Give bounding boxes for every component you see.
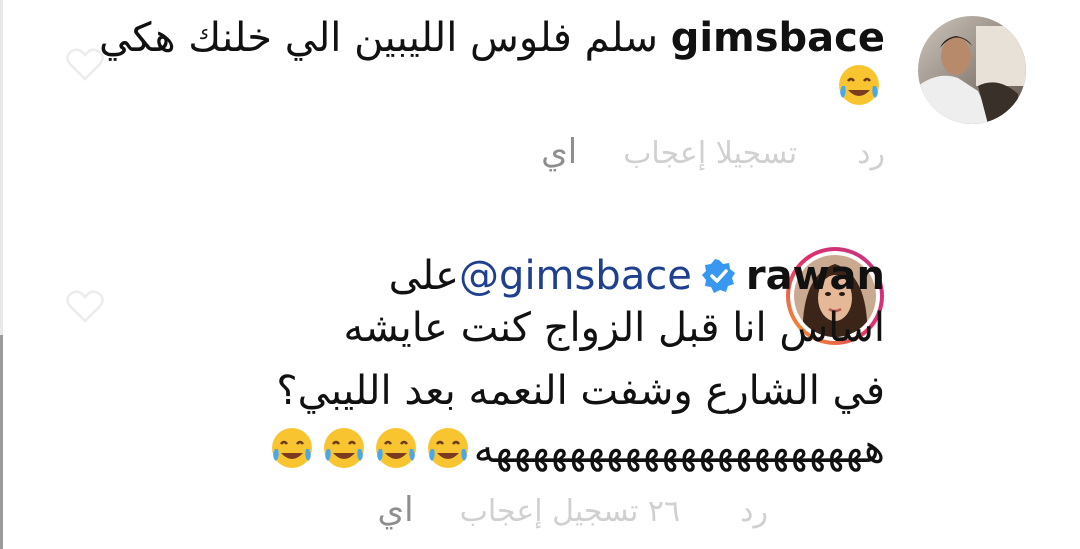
tears-of-joy-emoji-icon <box>323 428 364 468</box>
comment-text-line2 <box>833 62 885 110</box>
avatar[interactable] <box>918 16 1026 124</box>
tears-of-joy-emoji-icon <box>375 428 416 468</box>
comment-text-line3: هههههههههههههههههههههه <box>266 425 885 473</box>
comment-gimsbace: gimsbace سلم فلوس الليبين الي خلنك هكي ر… <box>0 0 1080 200</box>
comment-header-line: rawan @gimsbaceعلى <box>389 252 885 300</box>
comment-text: سلم فلوس الليبين الي خلنك هكي <box>99 15 658 61</box>
mention-prefix: على <box>388 253 460 299</box>
more-options-button[interactable]: اي <box>541 132 577 172</box>
tears-of-joy-emoji-icon <box>271 428 312 468</box>
reply-button[interactable]: رد <box>857 134 885 174</box>
verified-badge-icon <box>701 259 735 293</box>
tears-of-joy-emoji-icon <box>427 428 468 468</box>
comment-actions: رد تسجيلا إعجاب اي <box>541 132 885 174</box>
username[interactable]: gimsbace <box>671 15 885 61</box>
comment-text-line1: gimsbace سلم فلوس الليبين الي خلنك هكي <box>99 14 885 62</box>
tears-of-joy-emoji-icon <box>839 65 879 105</box>
comment-rawan: rawan @gimsbaceعلى اساس انا قبل الزواج كن… <box>0 238 1080 549</box>
like-heart-icon[interactable] <box>66 48 104 82</box>
likes-count-link[interactable]: تسجيلا إعجاب <box>623 134 797 174</box>
like-heart-icon[interactable] <box>66 290 104 324</box>
mention-link[interactable]: @gimsbace <box>459 253 692 299</box>
more-options-button[interactable]: اي <box>378 490 414 530</box>
likes-count-link[interactable]: ٢٦ تسجيل إعجاب <box>460 492 681 532</box>
comment-text-line2: في الشارع وشفت النعمه بعد الليبي؟ <box>276 368 885 414</box>
comment-actions: رد ٢٦ تسجيل إعجاب اي <box>378 490 768 532</box>
reply-button[interactable]: رد <box>740 492 768 532</box>
laugh-text: هههههههههههههههههههههه <box>473 426 885 472</box>
username[interactable]: rawan <box>746 253 885 299</box>
comment-text-line1: اساس انا قبل الزواج كنت عايشه <box>343 305 885 351</box>
